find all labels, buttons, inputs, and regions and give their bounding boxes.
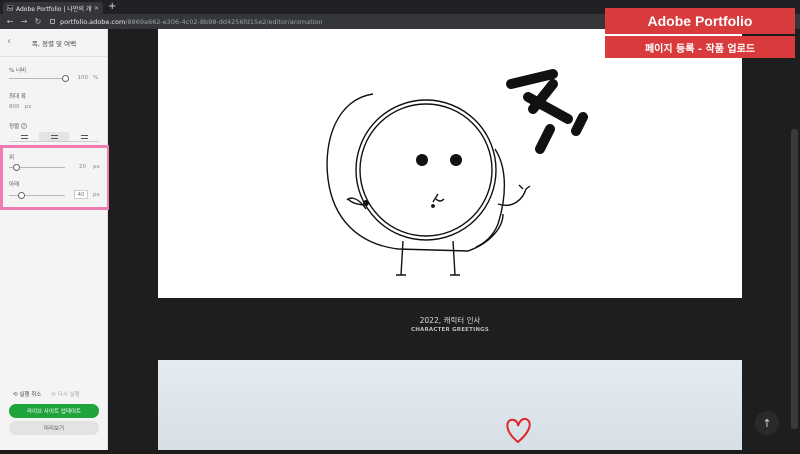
url-field[interactable]: portfolio.adobe.com/8869a662-e306-4c02-8…: [50, 18, 323, 26]
tab-title: Adobe Portfolio | 나만의 개인 포: [16, 5, 92, 13]
width-unit: %: [93, 75, 99, 81]
overlay-banner: Adobe Portfolio 페이지 등록 - 작품 업로드: [605, 8, 795, 58]
undo-label: 실행 취소: [19, 392, 42, 398]
align-center-button[interactable]: [39, 132, 69, 142]
project-caption-title: 2022, 캐릭터 인사: [419, 316, 481, 325]
align-label-text: 정렬: [9, 124, 20, 130]
settings-sidebar: ‹ 폭, 정렬 및 여백 % 너비 100 % 최대 폭 800 px 정렬 ?…: [0, 29, 110, 450]
reload-icon[interactable]: ↻: [34, 17, 42, 26]
align-center-icon: [50, 134, 58, 139]
project-caption-subtitle: CHARACTER GREETINGS: [410, 327, 490, 333]
width-label: % 너비: [9, 68, 27, 74]
max-width-value: 800: [9, 104, 20, 110]
project-image-card-2[interactable]: [158, 360, 742, 450]
overlay-title: Adobe Portfolio: [605, 8, 795, 34]
preview-button[interactable]: 미리보기: [9, 421, 99, 435]
character-illustration: [326, 69, 588, 276]
editor-canvas: 2022, 캐릭터 인사 CHARACTER GREETINGS ↑: [109, 29, 800, 450]
align-left-button[interactable]: [9, 132, 39, 142]
overlay-subtitle: 페이지 등록 - 작품 업로드: [605, 36, 795, 58]
max-width-unit: px: [24, 104, 32, 110]
undo-redo-row: ⟲ 실행 취소 ⟳ 다시 실행: [13, 390, 80, 398]
width-slider-knob[interactable]: [62, 75, 69, 82]
url-domain: portfolio.adobe.com: [60, 17, 126, 26]
redo-label: 다시 실행: [57, 392, 80, 398]
max-width-field[interactable]: 800 px: [9, 104, 32, 110]
align-right-icon: [80, 134, 88, 139]
browser-tab[interactable]: Ae Adobe Portfolio | 나만의 개인 포 ✕: [3, 2, 103, 14]
scrollbar[interactable]: [791, 129, 798, 429]
update-live-site-button[interactable]: 라이브 사이트 업데이트: [9, 404, 99, 418]
help-icon[interactable]: ?: [20, 123, 27, 129]
align-label: 정렬 ?: [9, 122, 27, 130]
back-icon[interactable]: ←: [6, 17, 14, 26]
close-tab-icon[interactable]: ✕: [94, 5, 99, 12]
width-value[interactable]: 100: [72, 75, 89, 81]
undo-button[interactable]: ⟲ 실행 취소: [13, 390, 41, 398]
url-path: /8869a662-e306-4c02-8b98-dd4256fd15e2/ed…: [125, 17, 323, 26]
width-slider-track[interactable]: [9, 78, 65, 79]
align-left-icon: [20, 134, 28, 139]
heart-illustration: [506, 417, 531, 444]
lock-icon: [50, 19, 55, 24]
align-buttons: [9, 132, 99, 142]
highlight-box: [0, 145, 110, 210]
sidebar-title: 폭, 정렬 및 여백: [31, 40, 77, 48]
align-right-button[interactable]: [69, 132, 99, 142]
sidebar-header: ‹ 폭, 정렬 및 여백: [0, 29, 108, 57]
favicon-icon: Ae: [7, 5, 13, 11]
new-tab-button[interactable]: +: [108, 1, 116, 13]
arrow-up-icon: ↑: [762, 416, 772, 430]
forward-icon[interactable]: →: [20, 17, 28, 26]
max-width-label: 최대 폭: [9, 94, 26, 100]
project-image-card[interactable]: [158, 29, 742, 298]
scroll-to-top-button[interactable]: ↑: [755, 411, 779, 435]
redo-button[interactable]: ⟳ 다시 실행: [51, 390, 79, 398]
